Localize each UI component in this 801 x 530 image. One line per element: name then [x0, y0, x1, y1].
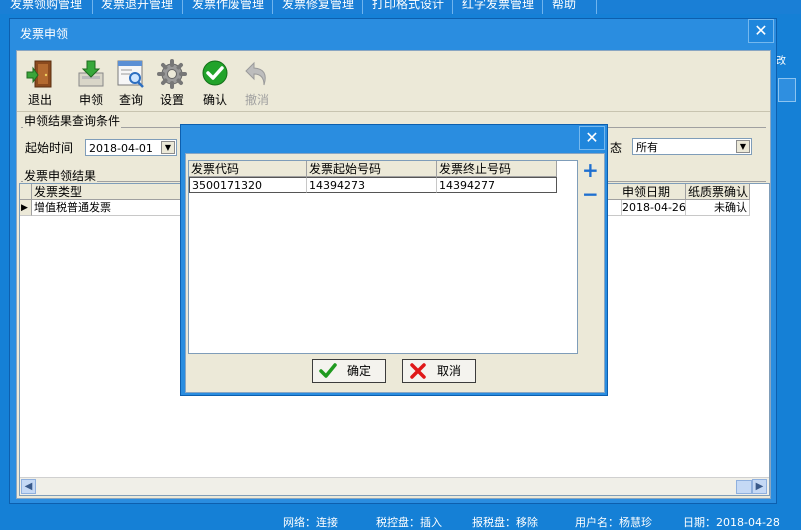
menu-divider	[272, 0, 273, 14]
status-value: 所有	[636, 141, 658, 154]
cell-code[interactable]: 3500171320	[189, 177, 307, 193]
menu-divider	[596, 0, 597, 14]
column-header-end-number[interactable]: 发票终止号码	[437, 161, 557, 177]
row-pointer-icon: ▶	[20, 200, 32, 216]
background-fragment	[778, 78, 796, 102]
exit-label: 退出	[27, 93, 52, 107]
menu-divider	[362, 0, 363, 14]
cell-date: 2018-04-26	[620, 200, 686, 216]
settings-gear-icon	[157, 59, 187, 89]
cancel-button[interactable]: 取消	[402, 359, 476, 383]
remove-row-button[interactable]: −	[582, 184, 599, 204]
query-group-title: 申领结果查询条件	[23, 112, 122, 129]
query-button[interactable]: 查询	[114, 59, 148, 108]
close-icon: ✕	[585, 128, 599, 147]
exit-button[interactable]: 退出	[23, 59, 57, 108]
menu-item-repair[interactable]: 发票修复管理	[276, 0, 360, 12]
menu-item-purchase[interactable]: 发票领购管理	[4, 0, 88, 12]
column-header-date[interactable]: 申领日期	[620, 184, 686, 200]
confirm-label: 确认	[202, 93, 227, 107]
chevron-down-icon[interactable]: ▼	[161, 141, 175, 154]
confirm-button[interactable]: 确认	[198, 59, 232, 108]
chevron-down-icon[interactable]: ▼	[736, 140, 750, 153]
menu-item-void[interactable]: 发票作废管理	[186, 0, 270, 12]
settings-button[interactable]: 设置	[155, 59, 189, 108]
cancel-label: 取消	[437, 364, 462, 378]
undo-label: 撤消	[244, 93, 269, 107]
status-label: 态	[610, 141, 623, 155]
menu-item-red-invoice[interactable]: 红字发票管理	[456, 0, 540, 12]
menu-item-return[interactable]: 发票退开管理	[95, 0, 179, 12]
dialog-close-button[interactable]: ✕	[579, 126, 605, 150]
status-combo[interactable]: 所有 ▼	[632, 138, 752, 155]
check-icon	[319, 362, 337, 380]
horizontal-scrollbar[interactable]: ◀ ▶	[20, 477, 769, 495]
menu-divider	[452, 0, 453, 14]
exit-door-icon	[25, 59, 55, 89]
row-header-corner	[20, 184, 32, 200]
column-header-paper-confirm[interactable]: 纸质票确认	[686, 184, 750, 200]
ok-label: 确定	[347, 364, 372, 378]
background-fragment: 改	[776, 56, 786, 67]
invoice-number-dialog: ✕ 发票代码 发票起始号码 发票终止号码 3500171320 14394273…	[180, 124, 608, 396]
add-row-button[interactable]: +	[582, 160, 599, 180]
menu-divider	[92, 0, 93, 14]
window-title: 发票申领	[20, 27, 69, 41]
apply-label: 申领	[78, 93, 103, 107]
close-icon: ✕	[754, 21, 768, 40]
menu-divider	[542, 0, 543, 14]
window-close-button[interactable]: ✕	[748, 19, 774, 43]
plus-icon: +	[582, 158, 599, 182]
menu-divider	[182, 0, 183, 14]
settings-label: 设置	[159, 93, 184, 107]
cell-end-number[interactable]: 14394277	[437, 177, 557, 193]
ok-button[interactable]: 确定	[312, 359, 386, 383]
cell-start-number[interactable]: 14394273	[307, 177, 437, 193]
apply-download-icon	[76, 59, 106, 89]
invoice-range-table[interactable]: 发票代码 发票起始号码 发票终止号码 3500171320 14394273 1…	[188, 160, 578, 354]
undo-arrow-icon	[242, 59, 272, 89]
cross-icon	[409, 362, 427, 380]
minus-icon: −	[582, 182, 599, 206]
scroll-right-icon[interactable]: ▶	[752, 479, 767, 494]
dialog-body: 发票代码 发票起始号码 发票终止号码 3500171320 14394273 1…	[185, 153, 605, 393]
query-label: 查询	[118, 93, 143, 107]
toolbar: 退出 申领 查询 设置 确认 撤消	[17, 51, 770, 112]
query-magnifier-icon	[116, 59, 146, 89]
undo-button[interactable]: 撤消	[240, 59, 274, 108]
menu-item-print-design[interactable]: 打印格式设计	[366, 0, 450, 12]
menu-bar: 发票领购管理 发票退开管理 发票作废管理 发票修复管理 打印格式设计 红字发票管…	[0, 0, 801, 14]
cell-paper-confirm: 未确认	[686, 200, 750, 216]
column-header-code[interactable]: 发票代码	[189, 161, 307, 177]
apply-button[interactable]: 申领	[74, 59, 108, 108]
status-bar: 网络：连接 税控盘：插入 报税盘：移除 用户名：杨慧珍 日期：2018-04-2…	[0, 508, 801, 529]
column-header-start-number[interactable]: 发票起始号码	[307, 161, 437, 177]
menu-item-help[interactable]: 帮助	[546, 0, 582, 12]
start-time-combo[interactable]: 2018-04-01 ▼	[85, 139, 177, 156]
scroll-left-icon[interactable]: ◀	[21, 479, 36, 494]
confirm-check-icon	[200, 59, 230, 89]
start-time-label: 起始时间	[25, 141, 74, 155]
start-time-value: 2018-04-01	[89, 142, 153, 155]
result-group-title: 发票申领结果	[23, 167, 98, 184]
scroll-thumb[interactable]	[736, 480, 752, 494]
